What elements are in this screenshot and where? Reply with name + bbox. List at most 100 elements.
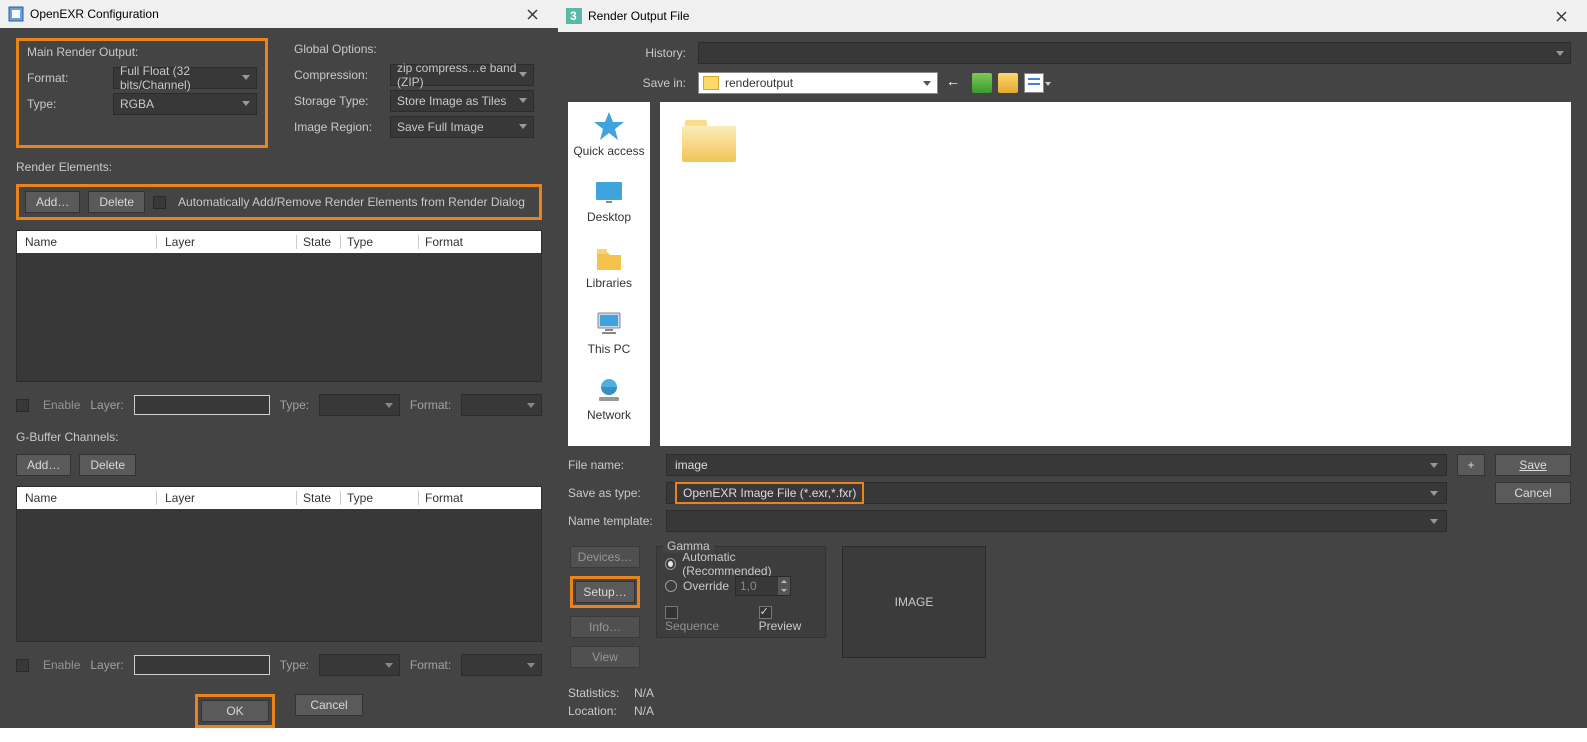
storage-label: Storage Type: <box>294 94 384 108</box>
history-dropdown[interactable] <box>698 42 1571 64</box>
col-state[interactable]: State <box>297 235 341 249</box>
gbuffer-table[interactable]: Name Layer State Type Format <box>16 486 542 642</box>
image-preview: IMAGE <box>842 546 986 658</box>
col-name[interactable]: Name <box>17 235 157 249</box>
type-label: Type: <box>280 658 309 672</box>
enable-checkbox[interactable] <box>16 659 29 672</box>
place-desktop[interactable]: Desktop <box>587 176 631 224</box>
render-elements-heading: Render Elements: <box>16 160 542 174</box>
format-dropdown[interactable]: Full Float (32 bits/Channel) <box>113 67 257 89</box>
preview-label: Preview <box>759 619 802 633</box>
titlebar[interactable]: OpenEXR Configuration <box>0 0 558 28</box>
dialog-title: OpenEXR Configuration <box>30 7 159 21</box>
nametpl-dropdown[interactable] <box>666 510 1447 532</box>
cancel-button[interactable]: Cancel <box>1495 482 1571 504</box>
svg-text:3: 3 <box>570 9 577 23</box>
titlebar[interactable]: 3 Render Output File <box>558 0 1587 32</box>
location-label: Location: <box>568 704 624 718</box>
image-preview-label: IMAGE <box>895 595 934 609</box>
layer-label: Layer: <box>90 658 123 672</box>
save-button[interactable]: Save <box>1495 454 1571 476</box>
format-label: Format: <box>410 658 451 672</box>
render-elements-buttons-row: Add… Delete Automatically Add/Remove Ren… <box>16 184 542 220</box>
group-heading: Main Render Output: <box>27 45 257 59</box>
back-icon[interactable] <box>946 73 966 93</box>
delete-button[interactable]: Delete <box>88 191 145 213</box>
saveastype-dropdown[interactable]: OpenEXR Image File (*.exr,*.fxr) <box>666 482 1447 504</box>
format-dropdown-small[interactable] <box>461 394 542 416</box>
compression-label: Compression: <box>294 68 384 82</box>
storage-dropdown[interactable]: Store Image as Tiles <box>390 90 534 112</box>
add-button[interactable]: Add… <box>25 191 80 213</box>
location-value: N/A <box>634 704 654 718</box>
devices-button[interactable]: Devices… <box>570 546 640 568</box>
sequence-label: Sequence <box>665 619 719 633</box>
delete-button[interactable]: Delete <box>79 454 136 476</box>
dialog-title: Render Output File <box>588 9 689 23</box>
global-options-group: Global Options: Compression: zip compres… <box>286 38 542 148</box>
add-button[interactable]: Add… <box>16 454 71 476</box>
place-quick-access[interactable]: Quick access <box>573 110 644 158</box>
gamma-override-radio[interactable] <box>665 580 677 592</box>
type-dropdown-small[interactable] <box>319 654 400 676</box>
sequence-checkbox[interactable] <box>665 606 678 619</box>
col-type[interactable]: Type <box>341 235 419 249</box>
plus-button[interactable]: + <box>1457 454 1485 476</box>
auto-checkbox-label: Automatically Add/Remove Render Elements… <box>178 195 525 209</box>
filename-input[interactable]: image <box>666 454 1447 476</box>
app-icon <box>8 6 24 22</box>
type-dropdown[interactable]: RGBA <box>113 93 257 115</box>
col-state[interactable]: State <box>297 491 341 505</box>
type-label: Type: <box>280 398 309 412</box>
col-layer[interactable]: Layer <box>157 235 297 249</box>
gamma-heading: Gamma <box>663 539 714 553</box>
close-button[interactable] <box>512 0 552 28</box>
view-button[interactable]: View <box>570 646 640 668</box>
format-dropdown-small[interactable] <box>461 654 542 676</box>
savein-dropdown[interactable]: renderoutput <box>698 72 938 94</box>
type-label: Type: <box>27 97 107 111</box>
layer-label: Layer: <box>90 398 123 412</box>
up-one-level-icon[interactable] <box>972 73 992 93</box>
ok-button[interactable]: OK <box>201 700 269 722</box>
region-dropdown[interactable]: Save Full Image <box>390 116 534 138</box>
main-render-output-group: Main Render Output: Format: Full Float (… <box>16 38 268 148</box>
new-folder-icon[interactable] <box>998 73 1018 93</box>
view-menu-icon[interactable] <box>1024 73 1044 93</box>
layer-input[interactable] <box>134 655 270 675</box>
info-button[interactable]: Info… <box>570 616 640 638</box>
gamma-group: Gamma Automatic (Recommended) Override 1… <box>656 546 826 638</box>
folder-item[interactable] <box>682 120 736 162</box>
places-sidebar: Quick access Desktop Libraries This PC N… <box>568 102 650 446</box>
auto-checkbox[interactable] <box>153 196 166 209</box>
close-button[interactable] <box>1541 2 1581 30</box>
format-label: Format: <box>27 71 107 85</box>
preview-checkbox[interactable] <box>759 606 772 619</box>
openexr-config-dialog: OpenEXR Configuration Main Render Output… <box>0 0 558 728</box>
col-type[interactable]: Type <box>341 491 419 505</box>
place-network[interactable]: Network <box>587 374 631 422</box>
place-this-pc[interactable]: This PC <box>588 308 631 356</box>
place-libraries[interactable]: Libraries <box>586 242 632 290</box>
col-format[interactable]: Format <box>419 235 541 249</box>
gamma-override-label: Override <box>683 579 729 593</box>
folder-icon <box>703 76 719 90</box>
filename-label: File name: <box>568 458 656 472</box>
setup-button[interactable]: Setup… <box>575 581 635 603</box>
stats-label: Statistics: <box>568 686 624 700</box>
gamma-override-spinner[interactable]: 1,0 <box>735 576 791 596</box>
enable-checkbox[interactable] <box>16 399 29 412</box>
col-name[interactable]: Name <box>17 491 157 505</box>
col-format[interactable]: Format <box>419 491 541 505</box>
type-dropdown-small[interactable] <box>319 394 400 416</box>
render-elements-table[interactable]: Name Layer State Type Format <box>16 230 542 382</box>
gamma-auto-radio[interactable] <box>665 558 676 570</box>
stats-value: N/A <box>634 686 654 700</box>
file-list[interactable] <box>660 102 1571 446</box>
group-heading: Global Options: <box>294 42 534 56</box>
layer-input[interactable] <box>134 395 270 415</box>
savein-label: Save in: <box>608 76 686 90</box>
cancel-button[interactable]: Cancel <box>295 694 363 716</box>
compression-dropdown[interactable]: zip compress…e band (ZIP) <box>390 64 534 86</box>
col-layer[interactable]: Layer <box>157 491 297 505</box>
